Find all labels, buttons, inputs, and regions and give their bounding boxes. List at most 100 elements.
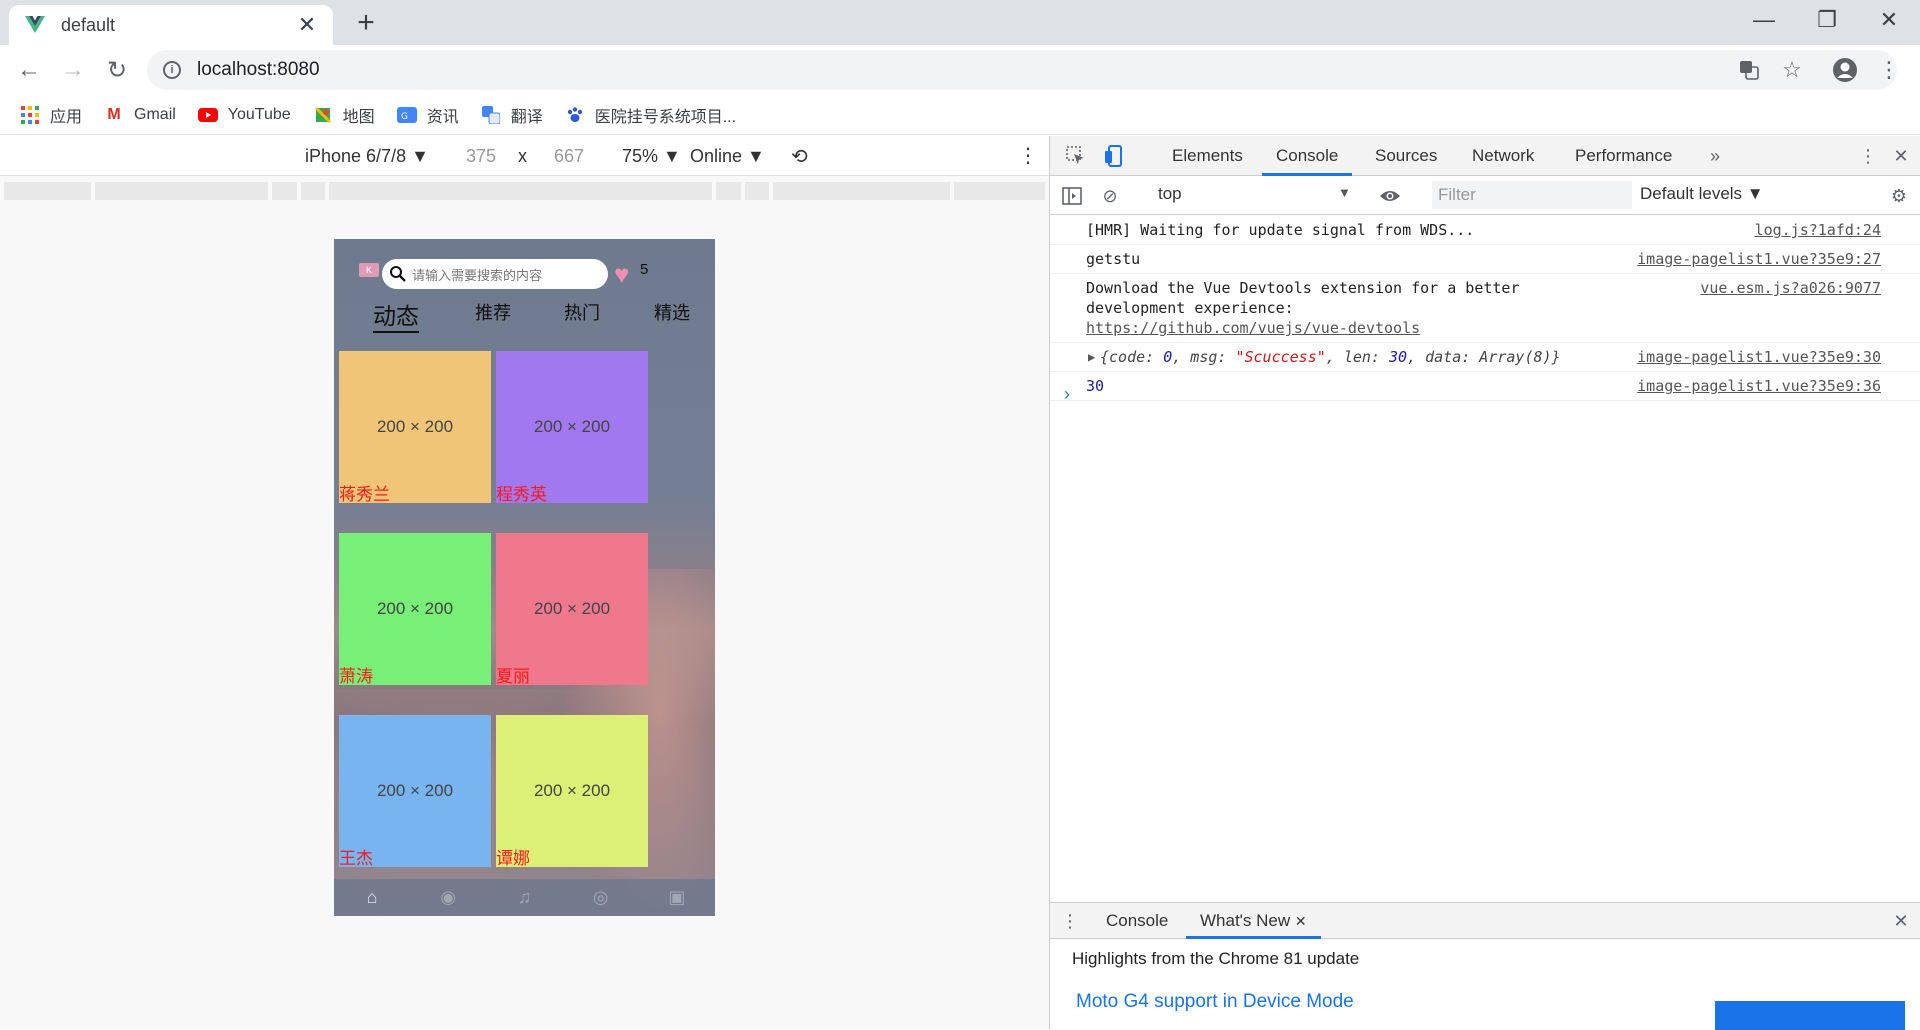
site-info-icon[interactable]: i (163, 61, 181, 79)
device-toggle-icon[interactable] (1102, 144, 1126, 168)
search-icon (388, 264, 408, 284)
devtools-tabs: Elements Console Sources Network Perform… (1050, 136, 1920, 176)
bookmark-hospital[interactable]: 医院挂号系统项目... (565, 103, 736, 127)
log-row[interactable]: ▶ {code: 0, msg: "Scuccess", len: 30, da… (1050, 343, 1920, 372)
minimize-icon[interactable]: — (1733, 0, 1795, 40)
devtools-menu-icon[interactable]: ⋮ (1856, 144, 1880, 168)
device-width-input[interactable]: 375 (466, 146, 496, 167)
drawer-action-button[interactable] (1715, 1001, 1905, 1030)
clear-console-icon[interactable]: ⊘ (1098, 184, 1122, 208)
vue-devtools-link[interactable]: https://github.com/vuejs/vue-devtools (1086, 319, 1420, 337)
youtube-icon (197, 105, 218, 125)
restore-icon[interactable]: ❐ (1796, 0, 1858, 40)
device-viewport: iPhone 6/7/8 ▼ 375 x 667 75% ▼ Online ▼ … (0, 136, 1049, 1029)
log-source-link[interactable]: image-pagelist1.vue?35e9:30 (1637, 347, 1881, 367)
translate-page-icon[interactable] (1736, 57, 1762, 83)
new-tab-icon[interactable]: + (350, 6, 382, 39)
tab-jingxuan[interactable]: 精选 (654, 299, 690, 325)
network-value: Online (690, 146, 743, 166)
zoom-select[interactable]: 75% ▼ (622, 146, 681, 167)
search-input[interactable]: 请输入需要搜索的内容 (382, 259, 608, 289)
reload-icon[interactable]: ↻ (101, 54, 133, 86)
context-select[interactable]: top (1158, 184, 1182, 204)
obj-key: , data: Array(8)} (1407, 348, 1561, 366)
tab-close-icon[interactable]: ✕ (295, 12, 319, 37)
tab-dongtai[interactable]: 动态 (373, 297, 419, 333)
context-dropdown-icon[interactable]: ▼ (1338, 185, 1351, 200)
drawer-menu-icon[interactable]: ⋮ (1058, 909, 1082, 933)
device-toolbar: iPhone 6/7/8 ▼ 375 x 667 75% ▼ Online ▼ … (0, 136, 1049, 176)
network-select[interactable]: Online ▼ (690, 146, 765, 167)
bookmark-translate[interactable]: 翻译 (481, 103, 543, 127)
tab-remen[interactable]: 热门 (564, 299, 600, 325)
log-source-link[interactable]: image-pagelist1.vue?35e9:27 (1637, 249, 1881, 269)
device-more-icon[interactable]: ⋮ (1018, 143, 1038, 168)
bookmark-youtube[interactable]: YouTube (197, 105, 291, 125)
log-source-link[interactable]: log.js?1afd:24 (1755, 220, 1881, 240)
tab-elements[interactable]: Elements (1172, 136, 1243, 176)
message-icon[interactable]: ▣ (665, 886, 689, 910)
device-height-input[interactable]: 667 (554, 146, 584, 167)
devtools-close-icon[interactable]: ✕ (1889, 144, 1913, 168)
tab-strip: default ✕ + — ❐ ✕ (0, 0, 1920, 45)
card-name: 蒋秀兰 (339, 485, 390, 504)
image-card[interactable]: 200 × 200 程秀英 (496, 351, 648, 504)
tab-network[interactable]: Network (1472, 136, 1534, 176)
back-icon[interactable]: ← (13, 54, 45, 86)
forward-icon[interactable]: → (57, 54, 89, 86)
image-card[interactable]: 200 × 200 谭娜 (496, 715, 648, 868)
home-icon[interactable]: ⌂ (360, 886, 384, 910)
device-select[interactable]: iPhone 6/7/8 ▼ (305, 146, 429, 167)
bookmark-label: 翻译 (510, 108, 543, 126)
media-query-ruler (0, 182, 1049, 200)
devtools-panel: Elements Console Sources Network Perform… (1049, 136, 1920, 1030)
discover-icon[interactable]: ◉ (436, 886, 460, 910)
expand-triangle-icon[interactable]: ▶ (1088, 347, 1095, 367)
sidebar-toggle-icon[interactable] (1060, 184, 1084, 208)
drawer-tab-whats-new[interactable]: What's New ✕ (1186, 903, 1321, 939)
log-message: [HMR] Waiting for update signal from WDS… (1086, 221, 1475, 239)
music-icon[interactable]: ♫ (512, 886, 536, 910)
camera-icon[interactable]: ◎ (589, 886, 613, 910)
browser-menu-icon[interactable]: ⋮ (1876, 57, 1902, 83)
image-card[interactable]: 200 × 200 王杰 (339, 715, 491, 868)
levels-select[interactable]: Default levels ▼ (1640, 184, 1764, 204)
tab-sources[interactable]: Sources (1375, 136, 1437, 176)
inspect-element-icon[interactable] (1064, 144, 1088, 168)
console-settings-icon[interactable]: ⚙ (1887, 184, 1911, 208)
close-tab-icon[interactable]: ✕ (1295, 913, 1307, 929)
log-row: getstu image-pagelist1.vue?35e9:27 (1050, 245, 1920, 274)
bookmark-gmail[interactable]: M Gmail (104, 105, 175, 125)
image-card[interactable]: 200 × 200 蒋秀兰 (339, 351, 491, 504)
bookmark-maps[interactable]: 地图 (313, 103, 375, 127)
log-message: Download the Vue Devtools extension for … (1086, 279, 1520, 317)
drawer-tab-console[interactable]: Console (1106, 903, 1168, 939)
address-bar[interactable]: i localhost:8080 (147, 50, 1897, 90)
log-source-link[interactable]: image-pagelist1.vue?35e9:36 (1637, 376, 1881, 396)
console-prompt-icon[interactable]: › (1064, 384, 1070, 405)
eye-icon[interactable] (1378, 184, 1402, 208)
app-header: K 请输入需要搜索的内容 ♥ 5 (334, 259, 715, 293)
log-source-link[interactable]: vue.esm.js?a026:9077 (1700, 278, 1881, 298)
drawer-feature-link[interactable]: Moto G4 support in Device Mode (1076, 991, 1354, 1013)
bookmark-star-icon[interactable]: ☆ (1779, 57, 1805, 83)
bookmark-apps[interactable]: 应用 (20, 103, 82, 127)
bookmark-news[interactable]: G 资讯 (396, 103, 459, 127)
tab-console[interactable]: Console (1262, 136, 1353, 176)
browser-tab[interactable]: default ✕ (9, 5, 333, 45)
more-tabs-icon[interactable]: » (1703, 144, 1727, 168)
drawer-close-icon[interactable]: ✕ (1889, 909, 1913, 933)
image-card[interactable]: 200 × 200 萧涛 (339, 533, 491, 686)
filter-input[interactable]: Filter (1432, 181, 1632, 209)
window-close-icon[interactable]: ✕ (1858, 0, 1920, 40)
vue-logo-icon (23, 13, 47, 37)
image-card[interactable]: 200 × 200 夏丽 (496, 533, 648, 686)
app-logo-icon[interactable]: K (359, 263, 379, 277)
tab-performance[interactable]: Performance (1575, 136, 1672, 176)
obj-code-value: 0 (1163, 348, 1173, 366)
profile-avatar-icon[interactable] (1832, 57, 1858, 83)
heart-icon[interactable]: ♥ (614, 261, 629, 287)
tab-tuijian[interactable]: 推荐 (475, 299, 511, 325)
apps-grid-icon (20, 105, 40, 125)
rotate-icon[interactable]: ⟲ (791, 144, 808, 169)
